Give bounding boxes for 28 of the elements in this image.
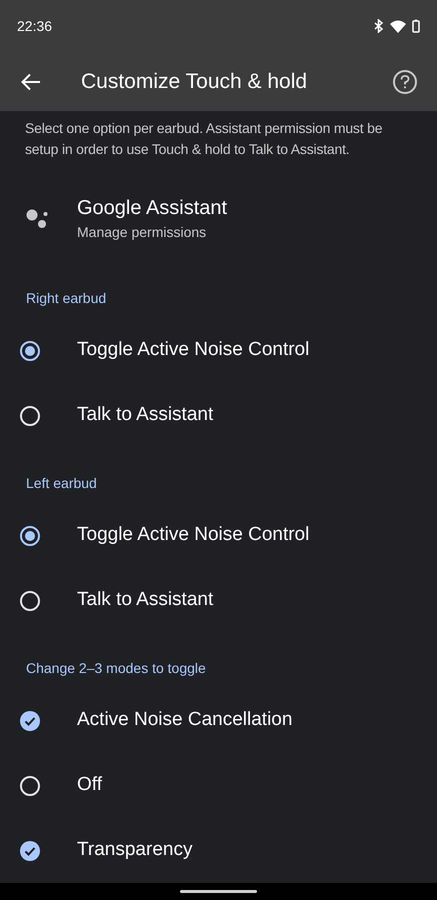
radio-selected[interactable] [20, 340, 40, 360]
checkbox-unchecked[interactable] [20, 776, 40, 796]
description-text: Select one option per earbud. Assistant permission must be setup in order to use Touch & hold to Talk to Assistant. [24, 119, 384, 159]
option-label[interactable]: Transparency [77, 836, 192, 865]
assistant-subtitle: Manage permissions [77, 223, 208, 242]
status-time: 22:36 [17, 16, 52, 36]
assistant-title[interactable]: Google Assistant [77, 194, 228, 222]
section-header: Left earbud [25, 474, 98, 493]
checkbox-checked[interactable] [19, 710, 41, 732]
option-label[interactable]: Talk to Assistant [77, 401, 214, 430]
option-label[interactable]: Off [77, 771, 102, 800]
assistant-icon [26, 208, 50, 230]
battery-icon [412, 19, 420, 33]
page-title: Customize Touch & hold [81, 68, 308, 95]
radio-unselected[interactable] [20, 590, 40, 610]
option-label[interactable]: Talk to Assistant [77, 586, 214, 615]
option-label[interactable]: Toggle Active Noise Control [77, 336, 310, 365]
radio-selected[interactable] [20, 526, 40, 546]
wifi-icon [390, 20, 406, 32]
section-header: Right earbud [25, 289, 108, 308]
help-button[interactable] [393, 70, 417, 94]
bluetooth-icon [373, 19, 384, 33]
checkbox-checked[interactable] [19, 840, 41, 862]
option-label[interactable]: Toggle Active Noise Control [77, 521, 310, 550]
radio-unselected[interactable] [20, 406, 40, 426]
section-header: Change 2–3 modes to toggle [25, 659, 207, 678]
question-mark-icon [400, 74, 410, 88]
option-label[interactable]: Active Noise Cancellation [77, 706, 292, 735]
